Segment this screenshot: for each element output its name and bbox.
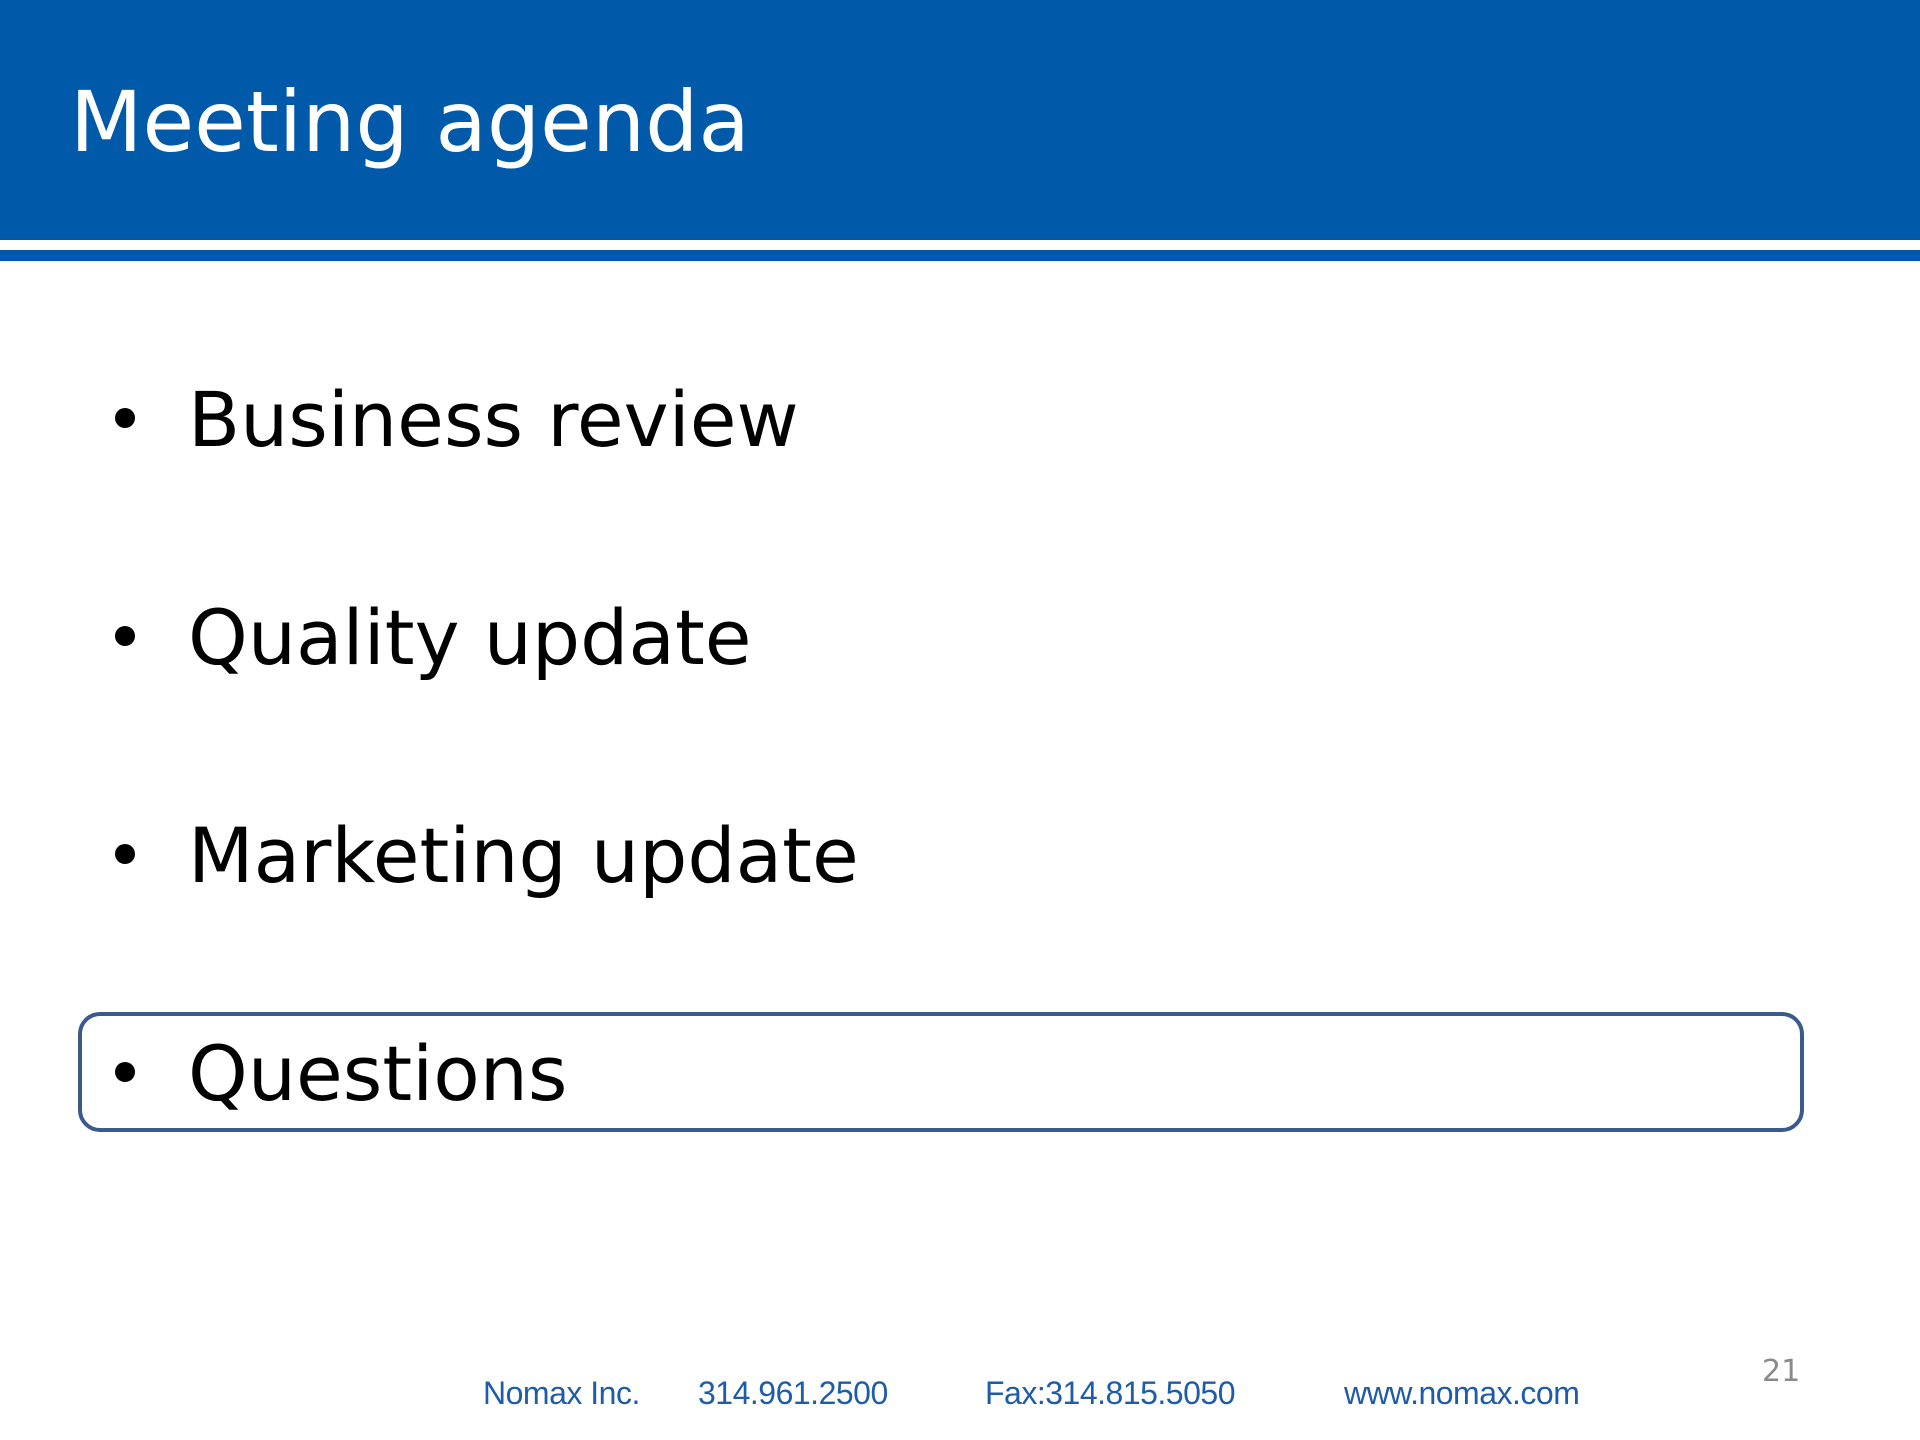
bullet-icon (115, 1062, 135, 1082)
page-number: 21 (1762, 1354, 1801, 1389)
agenda-item-label: Marketing update (188, 811, 859, 900)
agenda-item-marketing-update: Marketing update (0, 806, 1920, 906)
slide: Meeting agenda Business review Quality u… (0, 0, 1920, 1440)
agenda-item-questions: Questions (0, 1024, 1920, 1124)
header-divider (0, 250, 1920, 261)
agenda-item-business-review: Business review (0, 370, 1920, 470)
agenda-item-label: Quality update (188, 593, 752, 682)
bullet-icon (115, 626, 135, 646)
footer-company: Nomax Inc. (483, 1375, 640, 1411)
footer-fax: Fax:314.815.5050 (985, 1375, 1235, 1411)
agenda-item-label: Questions (188, 1029, 568, 1118)
bullet-icon (115, 408, 135, 428)
footer-phone: 314.961.2500 (698, 1375, 888, 1411)
header-bar: Meeting agenda (0, 0, 1920, 240)
bullet-icon (115, 844, 135, 864)
agenda-item-label: Business review (188, 375, 799, 464)
footer-website[interactable]: www.nomax.com (1344, 1368, 1580, 1418)
agenda-item-quality-update: Quality update (0, 588, 1920, 688)
slide-title: Meeting agenda (70, 73, 750, 171)
